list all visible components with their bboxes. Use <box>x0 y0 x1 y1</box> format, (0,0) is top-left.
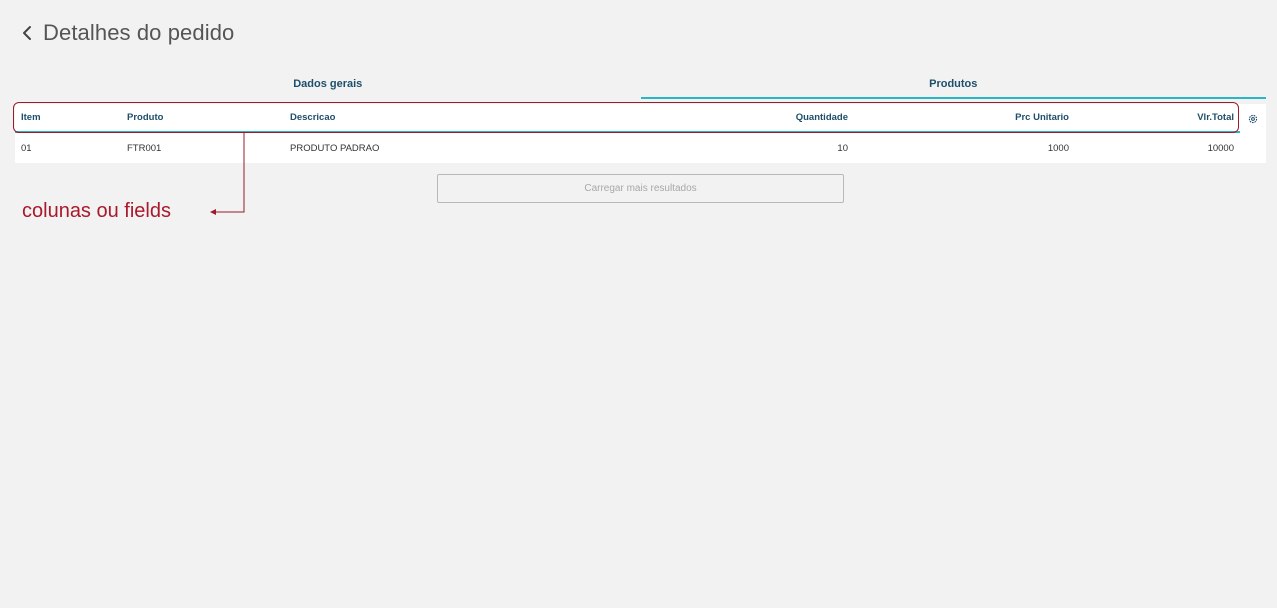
tab-produtos[interactable]: Produtos <box>640 70 1266 99</box>
gear-icon <box>1248 114 1258 123</box>
cell-descricao: PRODUTO PADRAO <box>290 142 380 154</box>
load-more-button[interactable]: Carregar mais resultados <box>437 174 844 203</box>
tab-bar: Dados gerais Produtos <box>15 70 1266 99</box>
cell-quantidade: 10 <box>837 142 848 154</box>
tab-dados-gerais[interactable]: Dados gerais <box>15 70 641 99</box>
settings-button[interactable] <box>1240 104 1266 133</box>
column-header-vlr-total[interactable]: Vlr.Total <box>1197 104 1234 131</box>
annotation-label: colunas ou fields <box>22 200 171 222</box>
table-row[interactable]: 01 FTR001 PRODUTO PADRAO 10 1000 10000 <box>15 133 1266 163</box>
column-header-descricao[interactable]: Descricao <box>290 104 335 131</box>
column-header-prc-unitario[interactable]: Prc Unitario <box>1015 104 1069 131</box>
table-header: Item Produto Descricao Quantidade Prc Un… <box>15 104 1266 133</box>
cell-item: 01 <box>21 142 32 154</box>
column-header-produto[interactable]: Produto <box>127 104 163 131</box>
column-header-quantidade[interactable]: Quantidade <box>796 104 848 131</box>
column-header-item[interactable]: Item <box>21 104 41 131</box>
cell-produto: FTR001 <box>127 142 162 154</box>
cell-prc-unitario: 1000 <box>1047 142 1069 154</box>
back-button[interactable] <box>18 18 36 48</box>
page-header: Detalhes do pedido <box>18 18 234 48</box>
chevron-left-icon <box>23 26 31 40</box>
cell-vlr-total: 10000 <box>1207 142 1234 154</box>
page-title: Detalhes do pedido <box>43 20 235 45</box>
products-table: Item Produto Descricao Quantidade Prc Un… <box>15 104 1266 163</box>
